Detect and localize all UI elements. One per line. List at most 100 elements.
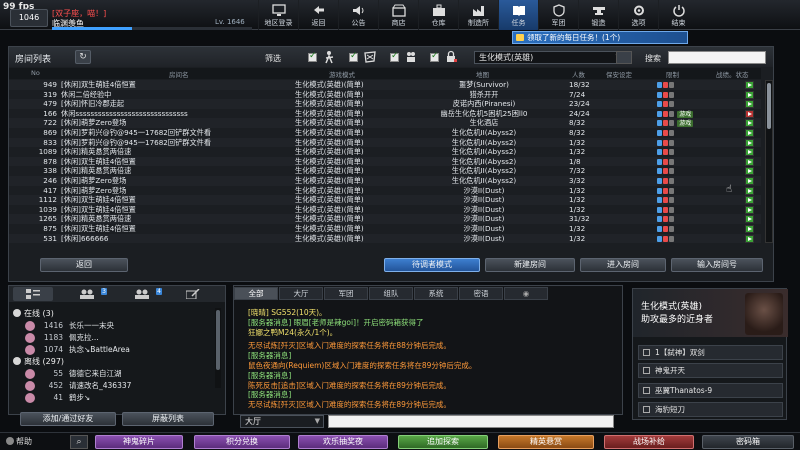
game-mode-select[interactable]: 生化模式(英雄) ▼ (474, 51, 624, 64)
chat-tab[interactable]: 密语 (459, 287, 503, 300)
col-state[interactable]: 战绩。状态 (716, 69, 749, 79)
new-room-button[interactable]: 新建房间 (485, 258, 575, 272)
table-row[interactable]: 166 休闲ssssssssssssssssssssssssssssss 生化模式(… (9, 109, 761, 119)
filter-checkbox-locked[interactable] (430, 51, 439, 62)
chat-tab[interactable]: 军团 (324, 287, 368, 300)
tab-group[interactable]: 4 (124, 287, 164, 301)
friend-group-header[interactable]: 在线 (3) (9, 308, 209, 320)
mission-card[interactable]: 生化模式(英雄) 助攻最多的近身者 (633, 289, 788, 337)
nav-button-monitor[interactable]: 地区登录 (258, 0, 298, 30)
password-box-button[interactable]: 密码箱 (702, 435, 794, 449)
nav-button-shop[interactable]: 商店 (378, 0, 418, 30)
enter-room-button[interactable]: 进入房间 (580, 258, 666, 272)
nav-button-speaker[interactable]: 公告 (338, 0, 378, 30)
col-limit[interactable]: 限制 (666, 69, 679, 79)
table-row[interactable]: 1265 [休闲]精英悬赏两倍速 生化模式(英雄)(简单) 沙漠II(Dust) 31/… (9, 214, 761, 224)
filter-checkbox-waiting[interactable] (390, 51, 399, 62)
chat-tab[interactable]: ◉ (504, 287, 548, 300)
col-name[interactable]: 房间名 (169, 69, 189, 79)
mission-reward-3[interactable]: 巫翼Thanatos-9 (638, 383, 783, 398)
mission-reward-1[interactable]: 1【弑神】双剑 (638, 345, 783, 360)
help-button[interactable]: 帮助 (6, 436, 34, 448)
battle-supply-button[interactable]: 战场补给 (604, 435, 694, 449)
list-view-button[interactable] (616, 51, 632, 64)
table-row[interactable]: 1039 [休闲]双生萌娃4倍恒置 生化模式(英雄)(简单) 沙漠II(Dust) 1/… (9, 205, 761, 215)
table-row[interactable]: 417 [休闲]萌萝Zero登场 生化模式(英雄)(简单) 沙漠II(Dust) 1/3… (9, 186, 761, 196)
chat-tab[interactable]: 全部 (234, 287, 278, 300)
player-info[interactable]: 1046 [双子座，喵！] 临渊羡鱼 Lv. 1646 (10, 8, 252, 30)
table-row[interactable]: 833 [休闲]罗莉兴@钓@945一17682回铲群文件看 生化模式(英雄)(简单)… (9, 137, 761, 148)
room-status-icons: 游戏 (657, 118, 717, 128)
nav-button-briefcase[interactable]: 仓库 (418, 0, 458, 30)
refresh-button[interactable]: ↻ (75, 50, 91, 64)
mission-desc: 助攻最多的近身者 (641, 315, 714, 325)
room-map: 皮诺内西(Piranesi) (452, 99, 516, 109)
room-list-scrollbar[interactable] (765, 80, 773, 243)
add-friend-button[interactable]: 添加/通过好友 (20, 412, 116, 426)
col-map[interactable]: 地图 (476, 69, 489, 79)
nav-button-power[interactable]: 结束 (658, 0, 698, 30)
search-input[interactable] (668, 51, 766, 64)
nav-button-shield[interactable]: 军团 (538, 0, 578, 30)
elite-bounty-button[interactable]: 精英悬赏 (498, 435, 594, 449)
table-row[interactable]: 722 [休闲]萌萝Zero登场 生化模式(英雄)(简单) 生化酒店 8/32 游戏 (9, 118, 761, 128)
mission-reward-4[interactable]: 海豹短刀 (638, 402, 783, 417)
daily-task-toast[interactable]: 领取了新的每日任务！(1个) (512, 31, 688, 44)
lottery-button[interactable]: 欢乐抽奖夜 (298, 435, 388, 449)
room-map: 沙漠II(Dust) (463, 195, 505, 205)
points-exchange-button[interactable]: 积分兑换 (194, 435, 290, 449)
table-row[interactable]: 531 [休闲]666666 生化模式(英雄)(简单) 沙漠II(Dust) 1/32 (9, 233, 761, 244)
scrollbar-thumb[interactable] (216, 310, 220, 370)
mission-reward-2[interactable]: 神鬼开天 (638, 363, 783, 378)
col-count[interactable]: 人数 (572, 69, 585, 79)
tab-friends[interactable]: 3 (69, 287, 109, 301)
col-password[interactable]: 保安设定 (606, 69, 632, 79)
extra-explore-button[interactable]: 追加探索 (398, 435, 488, 449)
table-row[interactable]: 869 [休闲]罗莉兴@钓@945一17682回铲群文件看 生化模式(英雄)(简单)… (9, 128, 761, 138)
filter-checkbox-soldier[interactable] (308, 51, 317, 62)
chat-tab[interactable]: 系统 (414, 287, 458, 300)
block-list-button[interactable]: 屏蔽列表 (122, 412, 214, 426)
nav-button-anvil[interactable]: 锻造 (578, 0, 618, 30)
table-row[interactable]: 338 [休闲]精英悬赏两倍速 生化模式(英雄)(简单) 生化危机II(Abyss2)… (9, 166, 761, 176)
filter-checkbox-zombie[interactable] (349, 51, 358, 62)
col-mode[interactable]: 游戏模式 (329, 69, 355, 79)
table-row[interactable]: 246 [休闲]萌萝Zero登场 生化模式(英雄)(简单) 生化危机II(Abyss2… (9, 175, 761, 186)
tab-edit[interactable] (173, 287, 213, 301)
table-row[interactable]: 878 [休闲]双生萌娃4倍恒置 生化模式(英雄)(简单) 生化危机II(Abyss2… (9, 156, 761, 167)
enter-room-number-button[interactable]: 输入房间号 (671, 258, 763, 272)
friend-item[interactable]: 1183 佩克拉... (9, 332, 209, 344)
nav-button-gear[interactable]: 选项 (618, 0, 658, 30)
friends-scrollbar[interactable] (215, 308, 221, 388)
col-no[interactable]: No (31, 69, 40, 77)
back-button[interactable]: 返回 (40, 258, 128, 272)
tab-contacts[interactable] (13, 287, 53, 301)
chat-tab[interactable]: 组队 (369, 287, 413, 300)
friend-item[interactable]: 1416 长乐一一末央 (9, 320, 209, 332)
room-map: 生化危机II(Abyss2) (451, 147, 517, 157)
friend-item[interactable]: 41 鹤步↘ (9, 392, 209, 404)
table-row[interactable]: 319 休闲二倍经验中 生化模式(英雄)(简单) 猎杀开开 7/24 (9, 90, 761, 100)
avatar (25, 369, 35, 379)
table-row[interactable]: 1112 [休闲]双生萌娃4倍恒置 生化模式(英雄)(简单) 沙漠II(Dust) 1/… (9, 195, 761, 205)
chat-input[interactable] (328, 415, 614, 428)
room-table-header: No 房间名 游戏模式 地图 人数 保安设定 限制 战绩。状态 (9, 68, 761, 79)
table-row[interactable]: 949 [休闲]双生萌娃4倍恒置 生化模式(英雄)(简单) 噩梦(Survivor) 1… (9, 80, 761, 90)
friend-item[interactable]: 452 请速改名_436337 (9, 380, 209, 392)
table-row[interactable]: 875 [休闲]双生萌娃4倍恒置 生化模式(英雄)(简单) 沙漠II(Dust) 1/3… (9, 224, 761, 234)
room-mode: 生化模式(英雄)(简单) (295, 156, 364, 166)
nav-button-book[interactable]: 任务 (498, 0, 538, 30)
nav-button-factory[interactable]: 制造所 (458, 0, 498, 30)
nav-button-back-arrow[interactable]: 返回 (298, 0, 338, 30)
search-button[interactable]: ⌕ (70, 435, 88, 449)
chat-channel-select[interactable]: 大厅 ▼ (240, 415, 324, 428)
waiting-mode-button[interactable]: 待调者模式 (384, 258, 480, 272)
friend-group-header[interactable]: 离线 (297) (9, 356, 209, 368)
chat-tab[interactable]: 大厅 (279, 287, 323, 300)
scrollbar-thumb[interactable] (767, 83, 771, 129)
friend-item[interactable]: 55 德德它来自江湖 (9, 368, 209, 380)
shengui-shard-button[interactable]: 神鬼碎片 (95, 435, 183, 449)
table-row[interactable]: 1089 [休闲]精英悬赏两倍速 生化模式(英雄)(简单) 生化危机II(Abyss2… (9, 147, 761, 157)
table-row[interactable]: 479 [休闲]怀旧冷郡走起 生化模式(英雄)(简单) 皮诺内西(Piranesi) 2… (9, 99, 761, 109)
friend-item[interactable]: 1074 执念↘BattleArea (9, 344, 209, 356)
